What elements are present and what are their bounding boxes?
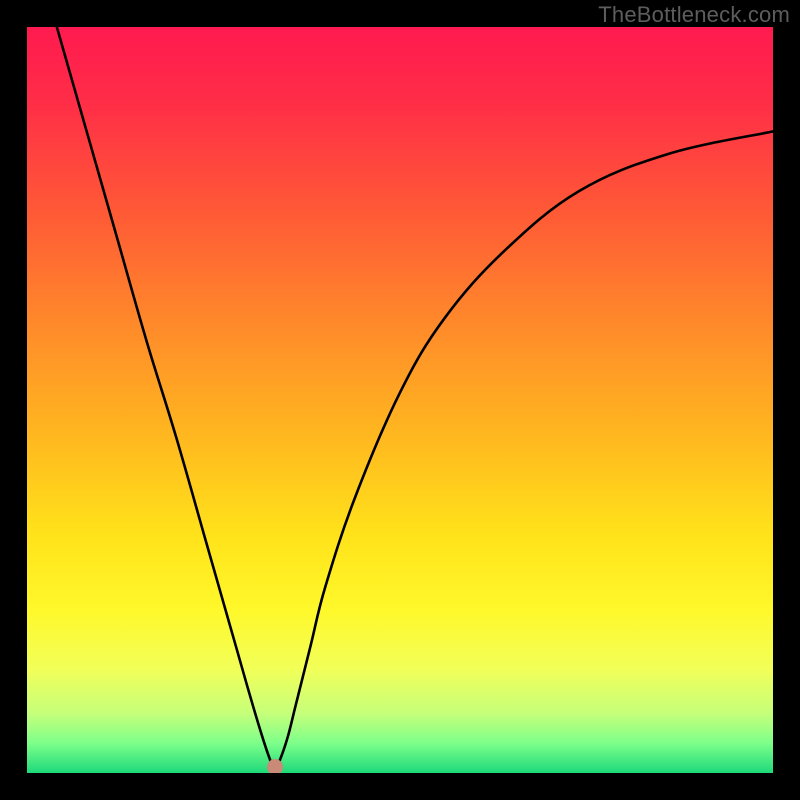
chart-stage: TheBottleneck.com [0, 0, 800, 800]
watermark-label: TheBottleneck.com [598, 2, 790, 28]
plot-area [27, 27, 773, 773]
optimal-point-marker [267, 759, 283, 773]
bottleneck-curve [27, 27, 773, 773]
